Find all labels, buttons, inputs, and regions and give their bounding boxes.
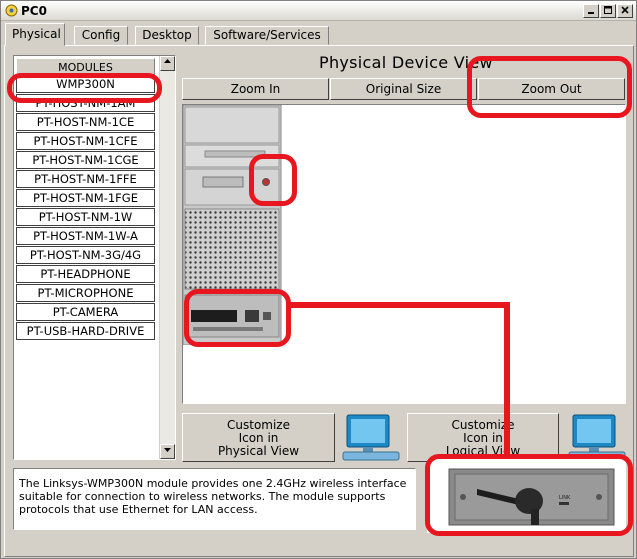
- maximize-icon: [604, 6, 612, 14]
- app-icon: [5, 4, 18, 17]
- device-window: PC0 Physical Config Desktop Software/Ser…: [0, 0, 637, 559]
- module-item[interactable]: PT-HOST-NM-1CGE: [16, 151, 155, 169]
- module-item[interactable]: PT-MICROPHONE: [16, 284, 155, 302]
- scroll-up-button[interactable]: [160, 56, 175, 71]
- zoom-out-button[interactable]: Zoom Out: [478, 78, 625, 100]
- module-item[interactable]: PT-USB-HARD-DRIVE: [16, 322, 155, 340]
- physical-device-viewport[interactable]: [182, 104, 626, 404]
- module-item[interactable]: PT-CAMERA: [16, 303, 155, 321]
- pc-icon: [342, 414, 400, 461]
- minimize-button[interactable]: [583, 4, 599, 18]
- tab-software-services[interactable]: Software/Services: [205, 26, 329, 45]
- module-item[interactable]: PT-HOST-NM-1CE: [16, 113, 155, 131]
- customize-logical-line3: Logical View: [445, 444, 521, 458]
- pc-tower-image[interactable]: [183, 105, 283, 345]
- close-icon: [621, 6, 629, 14]
- module-item[interactable]: PT-HOST-NM-1AM: [16, 94, 155, 112]
- scroll-down-button[interactable]: [160, 444, 175, 459]
- module-item[interactable]: PT-HOST-NM-1W: [16, 208, 155, 226]
- close-button[interactable]: [617, 4, 633, 18]
- wmp300n-module-image: LINK: [448, 468, 615, 526]
- module-item[interactable]: PT-HOST-NM-1CFE: [16, 132, 155, 150]
- pc-icon: [568, 414, 626, 461]
- customize-logical-icon-button[interactable]: Customize Icon in Logical View: [407, 413, 559, 462]
- tab-physical[interactable]: Physical: [5, 23, 65, 46]
- customize-physical-line3: Physical View: [217, 444, 300, 458]
- tab-desktop[interactable]: Desktop: [135, 26, 199, 45]
- minimize-icon: [588, 12, 594, 14]
- module-item[interactable]: PT-HOST-NM-3G/4G: [16, 246, 155, 264]
- modules-scrollbar[interactable]: [159, 56, 175, 459]
- arrow-up-icon: [164, 59, 171, 63]
- module-item[interactable]: PT-HOST-NM-1W-A: [16, 227, 155, 245]
- original-size-button[interactable]: Original Size: [330, 78, 477, 100]
- zoom-in-button[interactable]: Zoom In: [182, 78, 329, 100]
- modules-header: MODULES: [16, 58, 155, 75]
- module-image: LINK: [427, 459, 626, 533]
- link-led-label: LINK: [559, 495, 571, 501]
- window-title: PC0: [21, 4, 47, 18]
- module-item[interactable]: PT-HOST-NM-1FFE: [16, 170, 155, 188]
- modules-list[interactable]: MODULES WMP300N PT-HOST-NM-1AM PT-HOST-N…: [13, 55, 176, 460]
- module-description: The Linksys-WMP300N module provides one …: [13, 468, 416, 530]
- physical-device-view-title: Physical Device View: [319, 53, 493, 72]
- module-item[interactable]: PT-HOST-NM-1FGE: [16, 189, 155, 207]
- tab-config[interactable]: Config: [74, 26, 128, 45]
- arrow-down-icon: [164, 448, 171, 452]
- maximize-button[interactable]: [600, 4, 616, 18]
- module-item[interactable]: WMP300N: [16, 75, 155, 93]
- title-bar[interactable]: PC0: [1, 1, 636, 21]
- module-item[interactable]: PT-HEADPHONE: [16, 265, 155, 283]
- customize-physical-icon-button[interactable]: Customize Icon in Physical View: [182, 413, 335, 462]
